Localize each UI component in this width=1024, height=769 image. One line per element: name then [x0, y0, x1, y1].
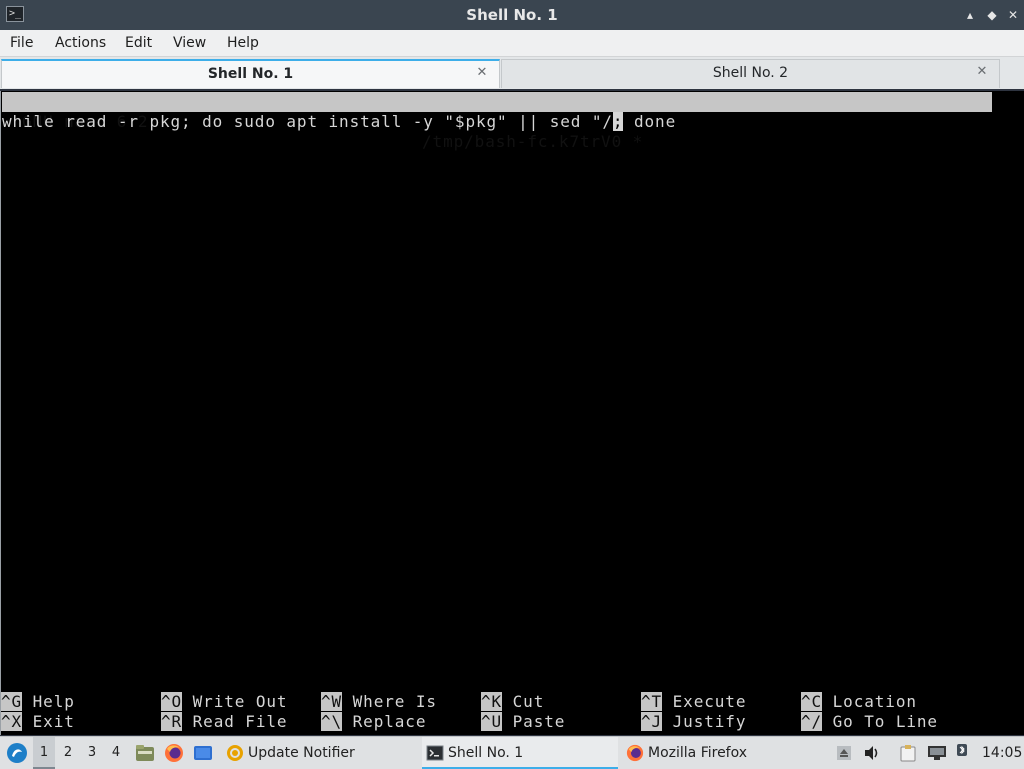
menu-view[interactable]: View — [173, 30, 206, 56]
shortcut-label: Where Is — [352, 692, 437, 711]
tab-bar: Shell No. 1 ✕ Shell No. 2 ✕ — [0, 57, 1024, 89]
clock[interactable]: 14:05 — [982, 737, 1022, 769]
menu-file[interactable]: File — [10, 30, 33, 56]
shortcut-label: Write Out — [192, 692, 288, 711]
task-shell-no-1[interactable]: Shell No. 1 — [422, 737, 618, 769]
terminal-icon — [426, 745, 444, 761]
update-notifier-icon — [227, 745, 243, 761]
menu-bar: File Actions Edit View Help — [0, 30, 1024, 57]
workspace-4[interactable]: 4 — [105, 737, 127, 769]
shortcut-row: ^G Help ^O Write Out ^W Where Is ^K Cut … — [1, 692, 1021, 712]
shortcut-key: ^/ — [801, 712, 823, 731]
shortcut-read-file[interactable]: ^R Read File — [161, 712, 287, 732]
shortcut-key: ^U — [481, 712, 503, 731]
shortcut-location[interactable]: ^C Location — [801, 692, 917, 712]
shortcut-justify[interactable]: ^J Justify — [641, 712, 746, 732]
shortcut-key: ^O — [161, 692, 183, 711]
shortcut-label: Cut — [512, 692, 545, 711]
tab-label: Shell No. 2 — [712, 65, 789, 81]
nano-title-bar: GNU nano 6.2 /tmp/bash-fc.k7trV0 * — [2, 92, 992, 151]
clipboard-icon[interactable] — [898, 737, 918, 769]
tab-label: Shell No. 1 — [207, 66, 294, 82]
shortcut-execute[interactable]: ^T Execute — [641, 692, 746, 712]
shortcut-key: ^J — [641, 712, 663, 731]
shortcut-paste[interactable]: ^U Paste — [481, 712, 565, 732]
close-tab-icon[interactable]: ✕ — [475, 66, 489, 80]
close-icon[interactable]: ✕ — [1005, 7, 1021, 23]
shortcut-label: Location — [832, 692, 917, 711]
firefox-icon — [626, 744, 644, 762]
task-mozilla-firefox[interactable]: Mozilla Firefox — [622, 737, 818, 769]
shortcut-cut[interactable]: ^K Cut — [481, 692, 544, 712]
shortcut-label: Exit — [32, 712, 75, 731]
shortcut-label: Replace — [352, 712, 427, 731]
shortcut-key: ^\ — [321, 712, 343, 731]
shortcut-replace[interactable]: ^\ Replace — [321, 712, 426, 732]
shortcut-go-to-line[interactable]: ^/ Go To Line — [801, 712, 938, 732]
shortcut-key: ^C — [801, 692, 823, 711]
network-icon[interactable] — [926, 737, 948, 769]
menu-help[interactable]: Help — [227, 30, 259, 56]
task-label: Update Notifier — [248, 745, 355, 761]
workspace-3[interactable]: 3 — [81, 737, 103, 769]
desktop-icon[interactable] — [192, 737, 214, 769]
shortcut-key: ^G — [1, 692, 23, 711]
shortcut-row: ^X Exit ^R Read File ^\ Replace ^U Paste… — [1, 712, 1021, 732]
lxqt-start-icon[interactable] — [4, 737, 30, 769]
workspace-1[interactable]: 1 — [33, 737, 55, 769]
tab-shell-1[interactable]: Shell No. 1 ✕ — [1, 59, 500, 88]
file-manager-icon[interactable] — [134, 737, 156, 769]
shortcut-key: ^T — [641, 692, 663, 711]
shortcut-key: ^X — [1, 712, 23, 731]
minimize-icon[interactable]: ▴ — [962, 7, 978, 23]
eject-icon[interactable] — [834, 737, 854, 769]
shortcut-key: ^W — [321, 692, 343, 711]
editor-line[interactable]: while read -r pkg; do sudo apt install -… — [2, 112, 676, 132]
firefox-icon[interactable] — [163, 737, 185, 769]
shortcut-label: Justify — [672, 712, 747, 731]
editor-text: done — [623, 112, 677, 131]
shortcut-key: ^R — [161, 712, 183, 731]
terminal-area[interactable]: GNU nano 6.2 /tmp/bash-fc.k7trV0 * while… — [0, 91, 1024, 735]
shortcut-label: Help — [32, 692, 75, 711]
shortcut-label: Read File — [192, 712, 288, 731]
shortcut-label: Execute — [672, 692, 747, 711]
menu-actions[interactable]: Actions — [55, 30, 106, 56]
shortcut-label: Paste — [512, 712, 566, 731]
shortcut-label: Go To Line — [832, 712, 938, 731]
window-title: Shell No. 1 — [466, 6, 558, 24]
shortcut-help[interactable]: ^G Help — [1, 692, 75, 712]
nano-filename: /tmp/bash-fc.k7trV0 * — [422, 132, 644, 151]
text-cursor: ; — [612, 112, 624, 131]
menu-edit[interactable]: Edit — [125, 30, 152, 56]
editor-text: while read -r pkg; do sudo apt install -… — [2, 112, 613, 131]
shortcut-exit[interactable]: ^X Exit — [1, 712, 75, 732]
shortcut-where-is[interactable]: ^W Where Is — [321, 692, 437, 712]
task-update-notifier[interactable]: Update Notifier — [222, 737, 418, 769]
close-tab-icon[interactable]: ✕ — [975, 65, 989, 79]
bluetooth-icon[interactable] — [952, 737, 972, 769]
workspace-2[interactable]: 2 — [57, 737, 79, 769]
taskbar: 1 2 3 4 Update Notifier Shell No. 1 Mozi… — [0, 736, 1024, 769]
shortcut-write-out[interactable]: ^O Write Out — [161, 692, 287, 712]
volume-icon[interactable] — [862, 737, 882, 769]
window-titlebar[interactable]: >_ Shell No. 1 ▴ ◆ ✕ — [0, 0, 1024, 30]
task-label: Mozilla Firefox — [648, 745, 748, 761]
task-label: Shell No. 1 — [448, 745, 524, 761]
shortcut-key: ^K — [481, 692, 503, 711]
tab-shell-2[interactable]: Shell No. 2 ✕ — [501, 59, 1000, 88]
maximize-icon[interactable]: ◆ — [984, 7, 1000, 23]
